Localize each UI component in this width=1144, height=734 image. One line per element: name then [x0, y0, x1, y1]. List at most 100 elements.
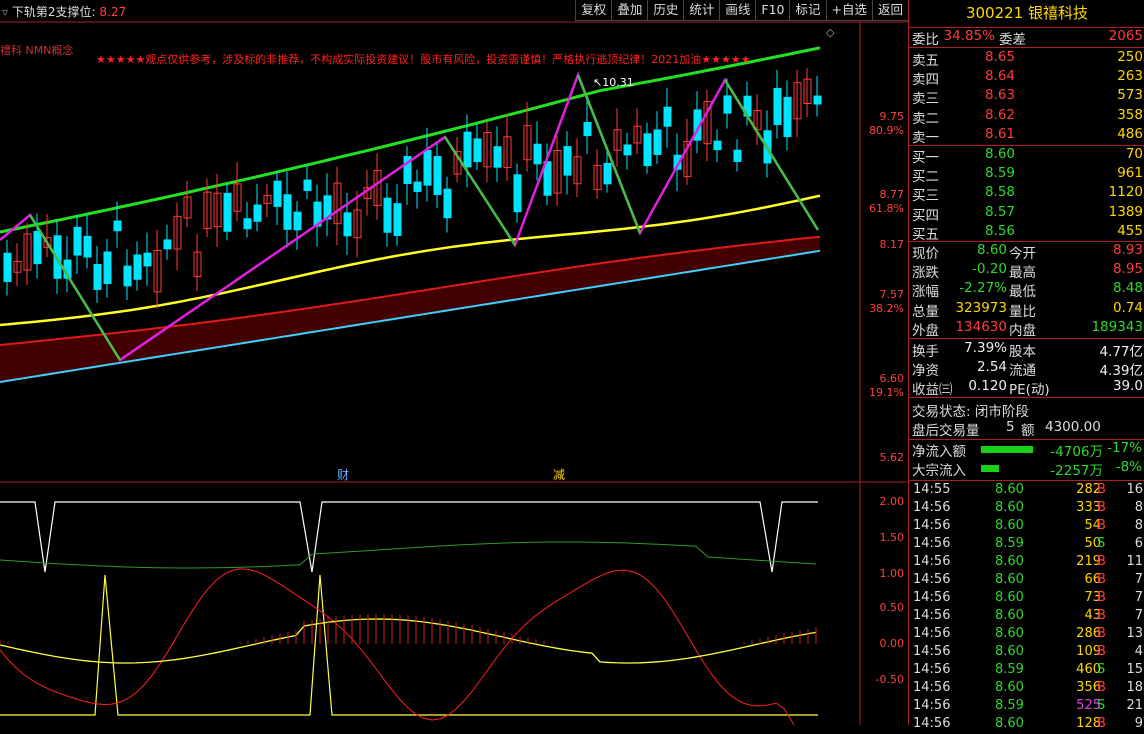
candle-body [583, 122, 592, 137]
bid-row[interactable]: 买二 8.59 961 [909, 165, 1144, 186]
tick-price: 8.60 [995, 626, 1024, 641]
tick-row[interactable]: 14:55 8.60 282 B 16 [909, 482, 1144, 500]
toolbar-btn-2[interactable]: 历史 [647, 0, 684, 21]
candle-body [293, 211, 302, 231]
toolbar-btn-8[interactable]: 返回 [871, 0, 908, 21]
candle-body [723, 95, 732, 114]
bid-label: 买二 [912, 169, 939, 186]
tick-time: 14:55 [913, 482, 951, 497]
candle-body [393, 203, 402, 236]
tick-row[interactable]: 14:56 8.59 460 S 15 [909, 662, 1144, 680]
stock-code: 300221 [965, 4, 1024, 22]
sub-axis-label: 1.00 [879, 567, 905, 580]
tick-time: 14:56 [913, 698, 951, 713]
tick-row[interactable]: 14:56 8.60 356 B 18 [909, 680, 1144, 698]
toolbar-btn-0[interactable]: 复权 [575, 0, 612, 21]
toolbar-btn-3[interactable]: 统计 [683, 0, 720, 21]
tick-count: 6 [1134, 536, 1143, 551]
ma-cyan-line [0, 249, 821, 383]
tick-count: 4 [1134, 644, 1143, 659]
bid-price: 8.59 [984, 165, 1015, 182]
after-hours-vol: 5 [1006, 419, 1015, 435]
candle-body [623, 144, 632, 156]
tick-row[interactable]: 14:56 8.60 128 B 9 [909, 716, 1144, 734]
ask-row[interactable]: 卖二 8.62 358 [909, 107, 1144, 127]
finance-marker[interactable]: 财 [337, 466, 349, 483]
toolbar-btn-5[interactable]: F10 [755, 0, 790, 21]
candle-body [33, 230, 42, 265]
candle-body [663, 106, 672, 127]
candle-body [253, 204, 262, 222]
candle-body [113, 220, 122, 232]
ask-row[interactable]: 卖四 8.64 263 [909, 68, 1144, 88]
tick-side: S [1097, 698, 1106, 713]
stock-title[interactable]: 300221 银禧科技 [909, 0, 1144, 28]
tick-row[interactable]: 14:56 8.60 286 B 13 [909, 626, 1144, 644]
ask-row[interactable]: 卖五 8.65 250 [909, 49, 1144, 69]
ask-vol: 263 [1117, 68, 1143, 85]
sub-axis-label: 1.50 [879, 531, 905, 544]
bid-row[interactable]: 买三 8.58 1120 [909, 184, 1144, 204]
bid-row[interactable]: 买四 8.57 1389 [909, 204, 1144, 224]
candle-body [413, 181, 422, 192]
stats-value: 8.48 [1112, 280, 1143, 297]
tick-side: B [1097, 626, 1106, 641]
ask-row[interactable]: 卖三 8.63 573 [909, 87, 1144, 107]
tick-row[interactable]: 14:56 8.60 73 B 7 [909, 590, 1144, 608]
candle-body [343, 212, 352, 237]
order-diff-value: 2065 [1108, 28, 1143, 44]
candle-body [163, 239, 172, 250]
stats-label: 涨跌 [912, 265, 939, 282]
tick-time: 14:56 [913, 680, 951, 695]
high-price-value: 10.31 [602, 76, 634, 89]
tick-price: 8.60 [995, 518, 1024, 533]
candle-body [563, 146, 572, 176]
fund-label: 收益㈢ [912, 382, 953, 398]
toolbar-btn-4[interactable]: 画线 [719, 0, 756, 21]
stats-label: 最高 [1009, 265, 1036, 282]
tick-row[interactable]: 14:56 8.60 43 B 7 [909, 608, 1144, 626]
toolbar-btn-6[interactable]: 标记 [789, 0, 826, 21]
indicator-title-icon: ▿ [2, 5, 9, 19]
bid-vol: 961 [1117, 165, 1143, 182]
candle-body [463, 131, 472, 168]
candle-body [93, 263, 102, 290]
ask-row[interactable]: 卖一 8.61 486 [909, 126, 1144, 146]
tick-row[interactable]: 14:56 8.59 525 S 21 [909, 698, 1144, 716]
candle-body [223, 192, 232, 232]
ask-vol: 250 [1117, 49, 1143, 65]
bid-row[interactable]: 买一 8.60 70 [909, 146, 1144, 166]
flow-label: 大宗流入 [912, 463, 966, 479]
candle-body [493, 146, 502, 168]
candle-body [813, 95, 822, 105]
bid-row[interactable]: 买五 8.56 455 [909, 223, 1144, 243]
candle-body [303, 179, 312, 192]
toolbar-btn-1[interactable]: 叠加 [611, 0, 648, 21]
tick-time: 14:56 [913, 626, 951, 641]
stats-label: 现价 [912, 246, 939, 262]
kline-chart-area[interactable]: ▿ 下轨第2支撑位: 8.27 复权 叠加 历史 统计 画线 F10 标记 +自选 返回 禮科 … [0, 0, 908, 725]
order-ratio-row: 委比 34.85% 委差 2065 [909, 28, 1144, 48]
tick-row[interactable]: 14:56 8.60 109 B 4 [909, 644, 1144, 662]
toolbar-btn-7[interactable]: +自选 [825, 0, 872, 21]
tick-row[interactable]: 14:56 8.60 219 B 11 [909, 554, 1144, 572]
tick-row[interactable]: 14:56 8.59 50 S 6 [909, 536, 1144, 554]
tick-count: 7 [1134, 608, 1143, 623]
tick-row[interactable]: 14:56 8.60 66 B 7 [909, 572, 1144, 590]
tick-count: 9 [1134, 716, 1143, 731]
reduce-marker[interactable]: 减 [553, 466, 565, 483]
ask-label: 卖五 [912, 53, 939, 69]
flow-row: 大宗流入 -2257万 -8% [909, 459, 1144, 479]
flow-bar [981, 446, 1033, 453]
order-ratio-label: 委比 [912, 32, 939, 48]
chart-canvas[interactable] [0, 0, 908, 725]
tick-row[interactable]: 14:56 8.60 54 B 8 [909, 518, 1144, 536]
tick-time: 14:56 [913, 608, 951, 623]
tick-time: 14:56 [913, 554, 951, 569]
diamond-icon[interactable]: ◇ [826, 26, 834, 39]
fund-label: PE(动) [1009, 382, 1050, 398]
tick-row[interactable]: 14:56 8.60 333 B 8 [909, 500, 1144, 518]
tick-time: 14:56 [913, 500, 951, 515]
fund-label: 股本 [1009, 344, 1036, 360]
fund-value: 2.54 [976, 359, 1007, 375]
